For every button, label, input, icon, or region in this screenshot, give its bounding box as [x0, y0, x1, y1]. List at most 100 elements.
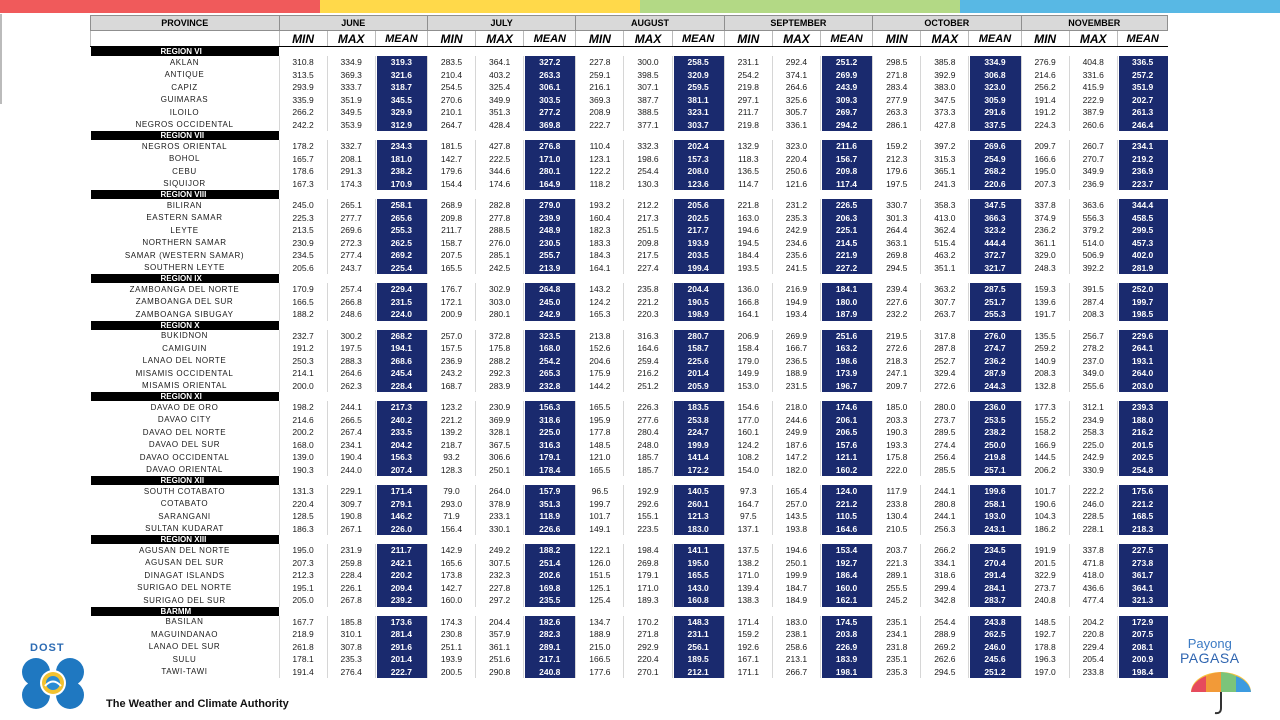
min-value: 337.8 — [1020, 199, 1070, 212]
max-value: 233.8 — [1068, 665, 1118, 678]
max-value: 269.9 — [771, 329, 821, 342]
min-value: 190.3 — [872, 426, 921, 439]
mean-value: 201.4 — [374, 653, 428, 666]
min-value: 218.3 — [872, 354, 921, 367]
min-value: 110.4 — [575, 140, 624, 153]
min-value: 175.9 — [575, 367, 624, 380]
max-value: 330.1 — [475, 522, 524, 535]
max-value: 190.4 — [326, 451, 376, 464]
min-value: 178.6 — [278, 165, 328, 178]
table-row: CEBU 178.6 291.3 238.2 179.6 344.6 280.1 122.2 2… — [91, 165, 1168, 178]
max-value: 216.2 — [623, 367, 673, 380]
max-value: 329.4 — [920, 367, 969, 380]
max-value: 353.9 — [326, 118, 376, 131]
max-value: 280.0 — [920, 401, 969, 414]
min-value: 188.2 — [278, 308, 328, 321]
table-row: SURIGAO DEL SUR 205.0 267.8 239.2 160.0 297.2… — [91, 594, 1168, 607]
mean-value: 242.9 — [523, 308, 576, 321]
mean-value: 121.3 — [671, 510, 725, 523]
mean-value: 269.2 — [374, 249, 428, 262]
mean-value: 281.4 — [374, 628, 428, 641]
max-value: 174.6 — [475, 177, 524, 190]
mean-value: 327.2 — [523, 56, 576, 69]
min-value: 168.0 — [278, 438, 328, 451]
min-value: 97.5 — [723, 510, 773, 523]
max-value: 188.9 — [771, 367, 821, 380]
mean-value: 121.1 — [819, 451, 873, 464]
max-value: 288.5 — [475, 224, 524, 237]
region-label: REGION VIII — [90, 190, 279, 199]
province-name: SURIGAO DEL NORTE — [137, 583, 232, 593]
min-value: 128.3 — [426, 463, 476, 476]
max-value: 236.9 — [1068, 177, 1118, 190]
max-value: 361.1 — [475, 640, 524, 653]
mean-value: 255.3 — [374, 224, 428, 237]
min-value: 218.9 — [278, 628, 328, 641]
max-value: 285.5 — [920, 463, 969, 476]
province-name: SARANGANI — [158, 511, 211, 521]
mean-value: 251.7 — [968, 295, 1022, 308]
dost-logo — [22, 658, 84, 709]
max-value: 256.7 — [1068, 329, 1118, 342]
table-row: GUIMARAS 335.9 351.9 345.5 270.6 349.9 303.5 36… — [91, 93, 1168, 106]
min-value: 191.4 — [278, 665, 328, 678]
min-value: 198.2 — [278, 401, 328, 414]
max-value: 204.2 — [1068, 615, 1118, 628]
mean-value: 229.4 — [374, 283, 428, 296]
region-header-row: REGION IX — [90, 274, 1168, 283]
min-value: 142.7 — [426, 581, 476, 594]
min-value: 211.7 — [426, 224, 476, 237]
max-value: 303.0 — [475, 295, 524, 308]
max-value: 506.9 — [1068, 249, 1118, 262]
min-value: 179.6 — [872, 165, 921, 178]
max-value: 288.9 — [920, 628, 969, 641]
mean-value: 225.6 — [671, 354, 725, 367]
max-value: 463.2 — [920, 249, 969, 262]
min-value: 219.5 — [872, 329, 921, 342]
max-value: 273.7 — [920, 413, 969, 426]
max-value: 307.7 — [920, 295, 969, 308]
mean-value: 230.5 — [523, 236, 576, 249]
min-value: 142.7 — [426, 152, 476, 165]
min-value: 153.0 — [723, 379, 773, 392]
region-spacer — [279, 392, 1168, 401]
mean-value: 204.2 — [374, 438, 428, 451]
min-value: 257.0 — [426, 329, 476, 342]
max-value: 143.5 — [771, 510, 821, 523]
max-value: 300.0 — [623, 56, 673, 69]
mean-value: 231.5 — [374, 295, 428, 308]
mean-value: 173.6 — [374, 615, 428, 628]
mean-value: 198.1 — [819, 665, 873, 678]
mean-value: 251.6 — [819, 329, 873, 342]
month-header-row: PROVINCE JUNE JULY AUGUST SEPTEMBER OCTO… — [90, 15, 1169, 31]
max-value: 336.1 — [771, 118, 821, 131]
max-value: 436.6 — [1068, 581, 1118, 594]
min-value: 195.0 — [278, 544, 328, 557]
mean-value: 248.9 — [523, 224, 576, 237]
max-value: 364.1 — [475, 56, 524, 69]
max-value: 164.6 — [623, 342, 673, 355]
min-value: 188.9 — [575, 628, 624, 641]
table-row: SOUTHERN LEYTE 205.6 243.7 225.4 165.5 242.5 2… — [91, 261, 1168, 274]
mean-value: 321.3 — [1116, 594, 1168, 607]
min-value: 330.7 — [872, 199, 921, 212]
max-value: 226.1 — [326, 581, 376, 594]
min-value: 219.8 — [723, 118, 773, 131]
max-value: 292.3 — [475, 367, 524, 380]
mean-value: 258.1 — [374, 199, 428, 212]
mean-value: 316.3 — [523, 438, 576, 451]
max-value: 226.3 — [623, 401, 673, 414]
max-value: 194.6 — [771, 544, 821, 557]
mean-value: 323.0 — [968, 81, 1022, 94]
mean-value: 123.6 — [671, 177, 725, 190]
month-header: JUNE — [278, 15, 428, 31]
mean-value: 153.4 — [819, 544, 873, 557]
mean-value: 209.4 — [374, 581, 428, 594]
max-value: 265.1 — [326, 199, 376, 212]
min-value: 235.3 — [872, 665, 921, 678]
min-value: 225.3 — [278, 211, 328, 224]
min-value: 123.2 — [426, 401, 476, 414]
max-value: 147.2 — [771, 451, 821, 464]
mean-value: 253.5 — [968, 413, 1022, 426]
region-spacer — [279, 535, 1168, 544]
